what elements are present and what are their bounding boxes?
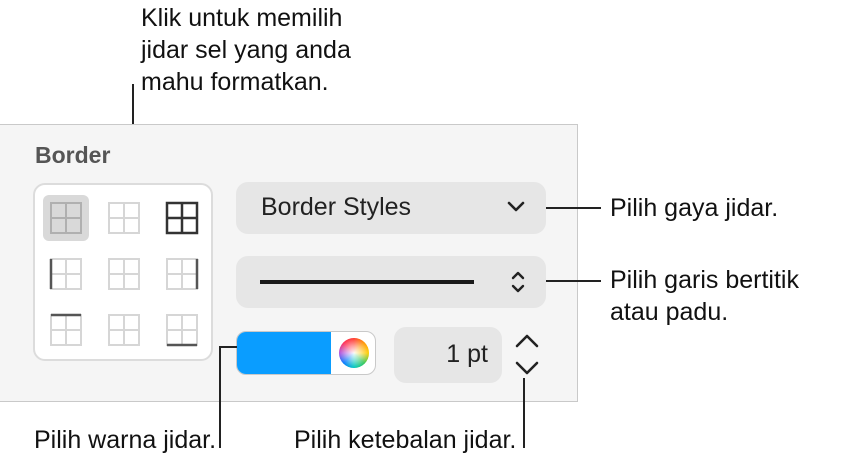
callout-leader-border-style bbox=[546, 207, 601, 209]
callout-cell-borders: Klik untuk memilih jidar sel yang anda m… bbox=[141, 2, 351, 98]
chevron-down-icon bbox=[515, 361, 539, 374]
border-picker bbox=[33, 183, 213, 361]
callout-line: atau padu. bbox=[610, 298, 729, 326]
callout-leader-border-color bbox=[219, 346, 237, 348]
callout-line: jidar sel yang anda bbox=[141, 36, 351, 64]
top-border-icon bbox=[50, 313, 82, 346]
thickness-decrease-button[interactable] bbox=[507, 354, 547, 381]
bottom-border-button[interactable] bbox=[159, 307, 205, 353]
vertical-inside-border-button[interactable] bbox=[101, 251, 147, 297]
callout-line: mahu formatkan. bbox=[141, 68, 329, 96]
panel-title: Border bbox=[35, 142, 111, 168]
border-styles-label: Border Styles bbox=[261, 193, 412, 221]
right-border-button[interactable] bbox=[159, 251, 205, 297]
border-thickness-field[interactable]: 1 pt bbox=[394, 327, 502, 383]
right-border-icon bbox=[166, 258, 199, 290]
vertical-inside-border-icon bbox=[108, 258, 140, 290]
callout-leader-border-thickness bbox=[523, 378, 525, 448]
left-border-button[interactable] bbox=[43, 251, 89, 297]
chevron-up-icon bbox=[515, 334, 539, 347]
all-borders-button[interactable] bbox=[43, 195, 89, 241]
left-border-icon bbox=[49, 258, 82, 290]
callout-line: Pilih garis bertitik bbox=[610, 266, 799, 294]
callout-line: Klik untuk memilih bbox=[141, 4, 343, 32]
horizontal-inside-border-button[interactable] bbox=[101, 307, 147, 353]
inside-borders-button[interactable] bbox=[101, 195, 147, 241]
color-wheel-icon[interactable] bbox=[339, 338, 369, 368]
border-styles-dropdown[interactable]: Border Styles bbox=[236, 182, 546, 234]
thickness-stepper[interactable] bbox=[507, 327, 547, 381]
line-style-popup[interactable] bbox=[236, 256, 546, 308]
chevron-down-icon bbox=[507, 201, 525, 212]
callout-leader-line-style bbox=[546, 280, 601, 282]
horizontal-inside-border-icon bbox=[108, 314, 140, 346]
callout-border-thickness: Pilih ketebalan jidar. bbox=[294, 426, 517, 454]
border-color-well[interactable] bbox=[236, 331, 376, 375]
callout-border-style: Pilih gaya jidar. bbox=[610, 194, 779, 222]
top-border-button[interactable] bbox=[43, 307, 89, 353]
callout-line-style: Pilih garis bertitik atau padu. bbox=[610, 264, 799, 328]
thickness-increase-button[interactable] bbox=[507, 327, 547, 354]
bottom-border-icon bbox=[166, 314, 198, 347]
thickness-value: 1 pt bbox=[446, 340, 488, 368]
callout-leader-border-color-vertical bbox=[219, 346, 221, 448]
up-down-chevron-icon bbox=[511, 271, 525, 293]
outside-borders-icon bbox=[165, 201, 199, 235]
solid-line-preview bbox=[260, 280, 474, 284]
callout-border-color: Pilih warna jidar. bbox=[34, 426, 217, 454]
all-borders-icon bbox=[50, 202, 82, 234]
color-swatch[interactable] bbox=[237, 332, 331, 374]
inside-borders-icon bbox=[108, 202, 140, 234]
outside-borders-button[interactable] bbox=[159, 195, 205, 241]
